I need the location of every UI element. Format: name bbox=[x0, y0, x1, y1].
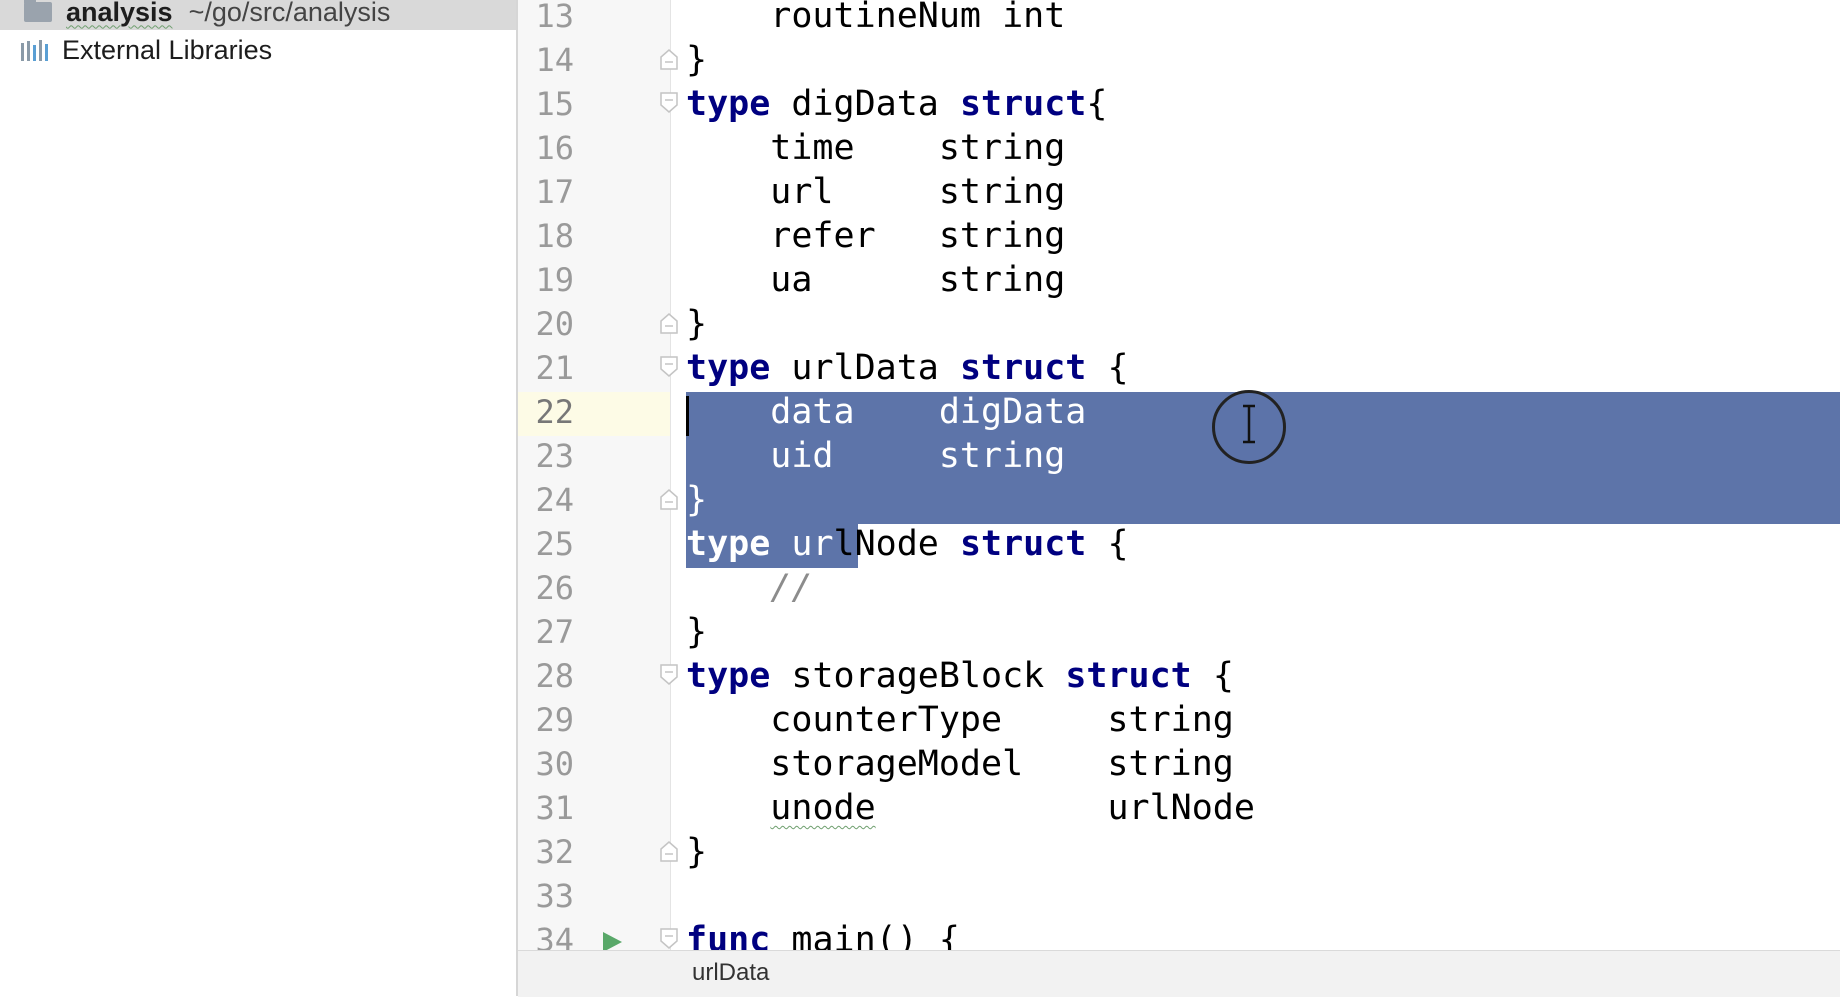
keyword: func bbox=[686, 920, 771, 950]
keyword: type bbox=[686, 348, 771, 388]
run-icon[interactable] bbox=[600, 930, 624, 950]
fold-icon[interactable] bbox=[659, 928, 679, 950]
line-number: 25 bbox=[535, 525, 574, 563]
keyword: type bbox=[686, 84, 771, 124]
line-number-current: 22 bbox=[535, 393, 574, 431]
code-line-34[interactable]: func main() { bbox=[686, 918, 960, 950]
code-line-29[interactable]: counterType string bbox=[686, 698, 1234, 742]
code-line-30[interactable]: storageModel string bbox=[686, 742, 1234, 786]
line-number: 29 bbox=[535, 701, 574, 739]
fold-icon[interactable] bbox=[659, 840, 679, 862]
line-number: 33 bbox=[535, 877, 574, 915]
text-cursor-icon bbox=[1243, 404, 1255, 444]
line-number: 27 bbox=[535, 613, 574, 651]
project-path: ~/go/src/analysis bbox=[188, 0, 391, 27]
line-number: 24 bbox=[535, 481, 574, 519]
warning-underline: unode bbox=[770, 788, 876, 828]
line-number: 18 bbox=[535, 217, 574, 255]
breadcrumb-item[interactable]: urlData bbox=[692, 959, 769, 987]
code-line-19[interactable]: ua string bbox=[686, 258, 1065, 302]
code-line-22[interactable]: data digData bbox=[686, 390, 1086, 434]
comment: // bbox=[770, 568, 813, 608]
line-number: 21 bbox=[535, 349, 574, 387]
code-line-15[interactable]: type digData struct{ bbox=[686, 82, 1107, 126]
folder-icon bbox=[24, 0, 52, 22]
keyword: struct bbox=[959, 348, 1087, 388]
code-line-21[interactable]: type urlData struct { bbox=[686, 346, 1129, 390]
line-number: 32 bbox=[535, 833, 574, 871]
tree-item-label: External Libraries bbox=[62, 34, 273, 65]
gutter-divider bbox=[670, 0, 671, 950]
line-number: 23 bbox=[535, 437, 574, 475]
code-line-26[interactable]: // bbox=[686, 566, 812, 610]
code-line-28[interactable]: type storageBlock struct { bbox=[686, 654, 1234, 698]
fold-icon[interactable] bbox=[659, 312, 679, 334]
code-line-20[interactable]: } bbox=[686, 302, 707, 346]
code-editor[interactable]: 13 14 15 16 17 18 19 20 21 22 23 24 25 2… bbox=[518, 0, 1840, 950]
code-line-18[interactable]: refer string bbox=[686, 214, 1065, 258]
line-number: 17 bbox=[535, 173, 574, 211]
code-line-13[interactable]: routineNum int bbox=[686, 0, 1065, 38]
library-icon bbox=[21, 40, 48, 61]
code-line-32[interactable]: } bbox=[686, 830, 707, 874]
code-line-27[interactable]: } bbox=[686, 610, 707, 654]
code-line-17[interactable]: url string bbox=[686, 170, 1065, 214]
line-number: 34 bbox=[535, 921, 574, 950]
line-number: 28 bbox=[535, 657, 574, 695]
fold-icon[interactable] bbox=[659, 92, 679, 114]
keyword: struct bbox=[959, 524, 1087, 564]
keyword: type bbox=[686, 656, 771, 696]
tree-item-analysis[interactable]: analysis ~/go/src/analysis bbox=[0, 0, 516, 30]
code-line-16[interactable]: time string bbox=[686, 126, 1065, 170]
code-line-25[interactable]: type urlNode struct { bbox=[686, 522, 1129, 566]
line-number: 15 bbox=[535, 85, 574, 123]
keyword: struct bbox=[959, 84, 1087, 124]
keyword: struct bbox=[1065, 656, 1192, 696]
line-number: 13 bbox=[535, 0, 574, 35]
line-number: 19 bbox=[535, 261, 574, 299]
text-caret bbox=[686, 396, 689, 436]
project-name: analysis bbox=[66, 0, 173, 27]
breadcrumb: urlData bbox=[518, 950, 1840, 997]
tree-item-external-libraries[interactable]: External Libraries bbox=[0, 32, 516, 68]
line-number: 14 bbox=[535, 41, 574, 79]
fold-icon[interactable] bbox=[659, 488, 679, 510]
code-line-14[interactable]: } bbox=[686, 38, 707, 82]
keyword: type bbox=[686, 524, 771, 564]
line-number: 30 bbox=[535, 745, 574, 783]
line-number: 20 bbox=[535, 305, 574, 343]
code-line-31[interactable]: unode urlNode bbox=[686, 786, 1255, 830]
fold-icon[interactable] bbox=[659, 664, 679, 686]
line-number: 16 bbox=[535, 129, 574, 167]
project-panel: analysis ~/go/src/analysis External Libr… bbox=[0, 0, 518, 996]
fold-icon[interactable] bbox=[659, 356, 679, 378]
fold-icon[interactable] bbox=[659, 48, 679, 70]
code-line-23[interactable]: uid string bbox=[686, 434, 1065, 478]
line-number: 26 bbox=[535, 569, 574, 607]
code-line-24[interactable]: } bbox=[686, 478, 707, 522]
line-number: 31 bbox=[535, 789, 574, 827]
